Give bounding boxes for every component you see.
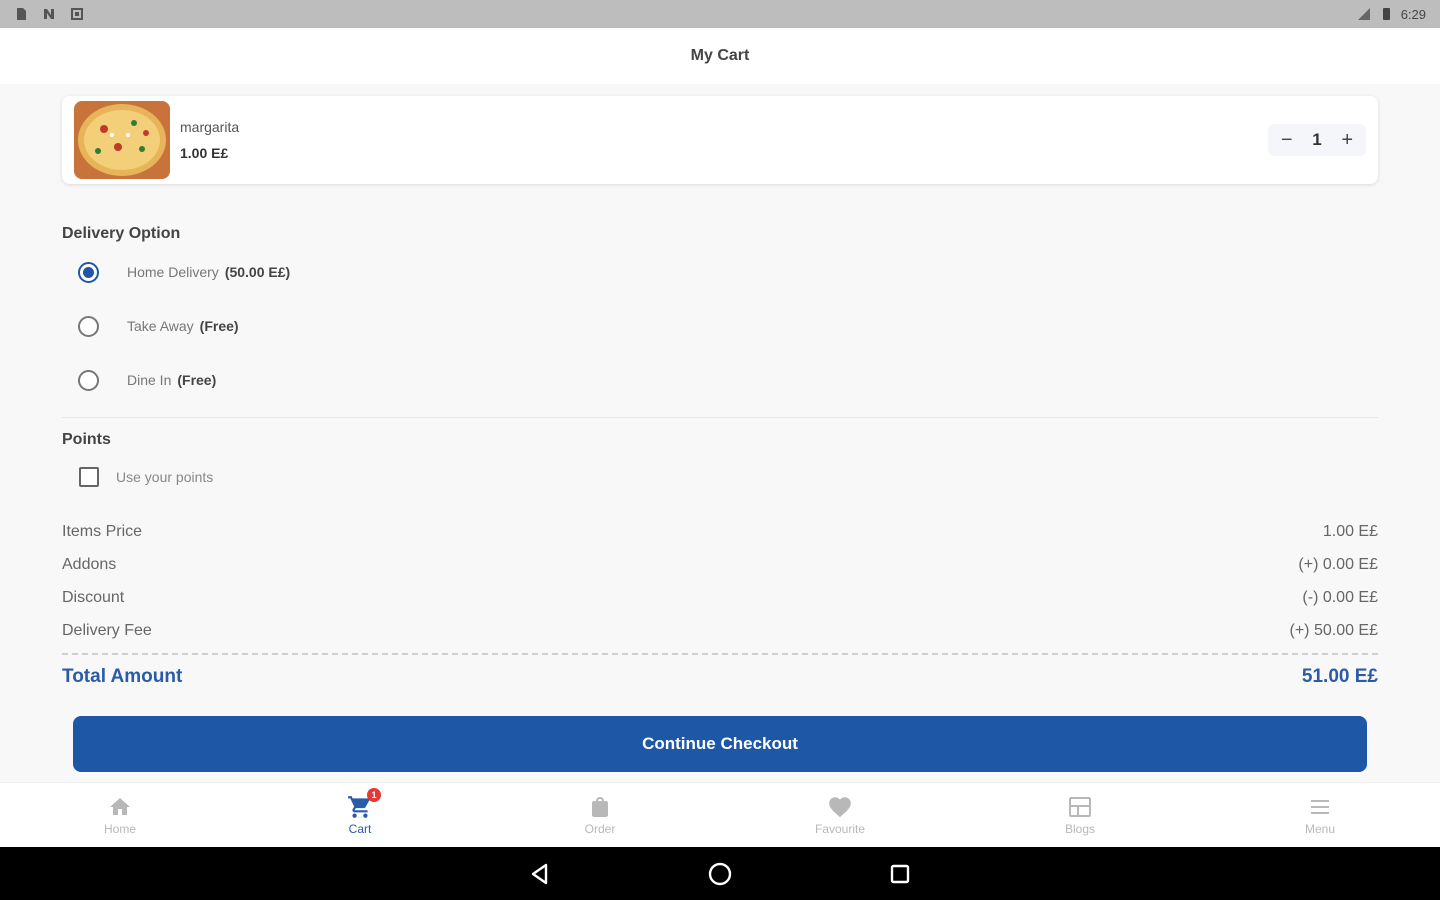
checkbox-unchecked-icon[interactable] xyxy=(79,467,99,487)
nfc-icon xyxy=(44,9,54,19)
summary-value: (+) 0.00 E£ xyxy=(1298,556,1378,573)
nav-item-cart[interactable]: 1 Cart xyxy=(240,783,480,847)
bottom-navigation: Home 1 Cart Order Favourite Blogs Menu xyxy=(0,782,1440,847)
cart-content: margarita 1.00 E£ − 1 + Delivery Option … xyxy=(0,84,1440,782)
cart-icon: 1 xyxy=(347,788,381,820)
total-amount-row: Total Amount 51.00 E£ xyxy=(62,666,1378,688)
home-icon xyxy=(107,794,133,820)
nav-label: Cart xyxy=(348,822,372,836)
summary-value: (-) 0.00 E£ xyxy=(1302,589,1378,606)
nav-item-blogs[interactable]: Blogs xyxy=(960,783,1200,847)
quantity-value: 1 xyxy=(1312,130,1322,149)
nav-label: Home xyxy=(103,822,136,836)
cart-item-card: margarita 1.00 E£ − 1 + xyxy=(62,96,1378,184)
quantity-stepper: − 1 + xyxy=(1268,124,1366,156)
item-info: margarita 1.00 E£ xyxy=(180,119,239,161)
summary-label: Addons xyxy=(62,556,117,573)
delivery-option-price: (Free) xyxy=(199,318,239,334)
delivery-option-price: (50.00 E£) xyxy=(224,264,291,280)
points-title: Points xyxy=(62,431,111,448)
radio-unselected-icon[interactable] xyxy=(78,315,99,337)
pizza-image xyxy=(74,101,170,179)
use-points-label: Use your points xyxy=(116,469,214,485)
cart-count-badge: 1 xyxy=(367,788,381,802)
item-name: margarita xyxy=(180,119,240,135)
total-value: 51.00 E£ xyxy=(1301,666,1378,687)
status-bar: 6:29 xyxy=(0,0,1440,28)
sim-card-icon xyxy=(17,8,26,20)
blog-icon xyxy=(1067,794,1093,820)
dashed-divider xyxy=(62,653,1378,655)
use-points-row[interactable]: Use your points xyxy=(79,467,213,487)
home-circle-icon[interactable] xyxy=(700,854,740,894)
total-label: Total Amount xyxy=(62,666,183,687)
battery-icon xyxy=(1382,8,1390,20)
delivery-option-home[interactable]: Home Delivery (50.00 E£) xyxy=(78,260,290,284)
summary-label: Discount xyxy=(62,589,125,606)
nav-label: Blogs xyxy=(1064,822,1096,836)
menu-icon xyxy=(1307,794,1333,820)
bag-icon xyxy=(587,794,613,820)
section-divider xyxy=(62,417,1378,418)
plus-icon[interactable]: + xyxy=(1335,130,1359,150)
page-title: My Cart xyxy=(690,47,750,64)
nav-label: Favourite xyxy=(814,822,866,836)
nav-item-favourite[interactable]: Favourite xyxy=(720,783,960,847)
back-icon[interactable] xyxy=(520,854,560,894)
status-system: 6:29 xyxy=(1357,7,1426,22)
nav-item-menu[interactable]: Menu xyxy=(1200,783,1440,847)
status-time: 6:29 xyxy=(1400,6,1426,22)
delivery-option-price: (Free) xyxy=(177,372,217,388)
delivery-option-title: Delivery Option xyxy=(62,225,181,242)
delivery-option-takeaway[interactable]: Take Away (Free) xyxy=(78,314,239,338)
delivery-option-dinein[interactable]: Dine In (Free) xyxy=(78,368,216,392)
minus-icon[interactable]: − xyxy=(1275,130,1299,150)
delivery-option-label: Take Away xyxy=(127,318,194,334)
recents-icon[interactable] xyxy=(880,854,920,894)
nav-item-home[interactable]: Home xyxy=(0,783,240,847)
summary-value: 1.00 E£ xyxy=(1322,523,1378,540)
screenshot-icon xyxy=(71,8,83,20)
nav-label: Menu xyxy=(1304,822,1336,836)
signal-icon xyxy=(1357,8,1370,20)
nav-label: Order xyxy=(584,822,616,836)
summary-row-items-price: Items Price 1.00 E£ xyxy=(62,523,1378,541)
heart-icon xyxy=(827,794,853,820)
continue-checkout-button[interactable]: Continue Checkout xyxy=(73,716,1367,772)
nav-item-order[interactable]: Order xyxy=(480,783,720,847)
system-navigation-bar xyxy=(0,847,1440,900)
item-price: 1.00 E£ xyxy=(180,145,229,161)
summary-row-discount: Discount (-) 0.00 E£ xyxy=(62,589,1378,607)
summary-label: Items Price xyxy=(62,523,143,540)
summary-row-delivery-fee: Delivery Fee (+) 50.00 E£ xyxy=(62,622,1378,640)
delivery-option-label: Dine In xyxy=(127,372,172,388)
summary-value: (+) 50.00 E£ xyxy=(1289,622,1379,639)
summary-row-addons: Addons (+) 0.00 E£ xyxy=(62,556,1378,574)
app-header: My Cart xyxy=(0,28,1440,84)
radio-selected-icon[interactable] xyxy=(78,261,99,283)
status-notifications xyxy=(14,7,84,21)
radio-unselected-icon[interactable] xyxy=(78,369,99,391)
summary-label: Delivery Fee xyxy=(62,622,152,639)
delivery-option-label: Home Delivery xyxy=(127,264,219,280)
